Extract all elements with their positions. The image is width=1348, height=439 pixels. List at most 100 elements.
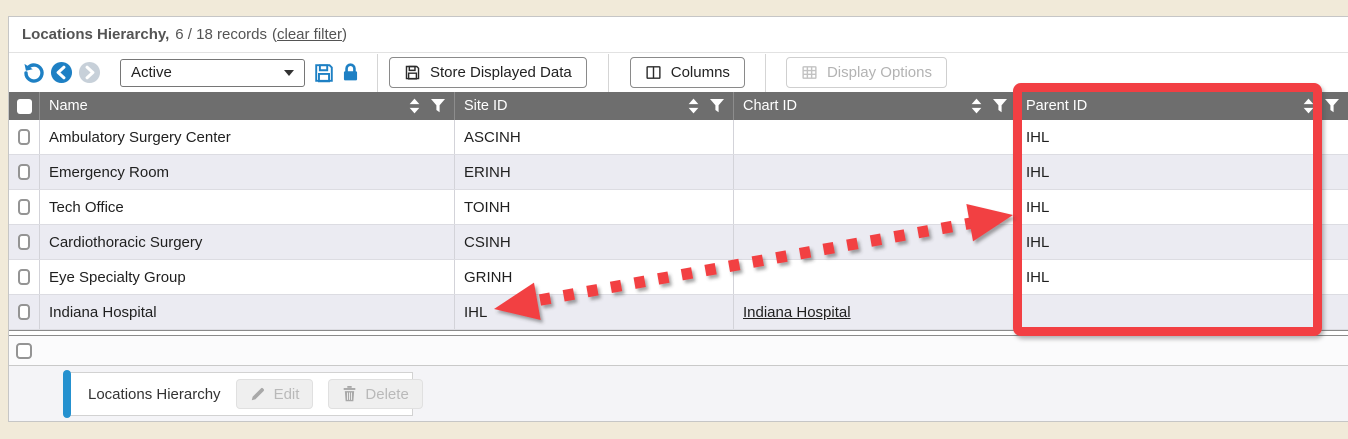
- selection-title: Locations Hierarchy: [88, 386, 221, 403]
- row-checkbox[interactable]: [18, 129, 30, 145]
- row-checkbox-cell: [9, 260, 39, 294]
- columns-label: Columns: [671, 64, 730, 81]
- store-displayed-data-button[interactable]: Store Displayed Data: [389, 57, 587, 88]
- column-label-chart-id: Chart ID: [743, 98, 960, 114]
- row-checkbox[interactable]: [18, 304, 30, 320]
- row-checkbox[interactable]: [18, 199, 30, 215]
- cell-parent-id: IHL: [1016, 260, 1348, 294]
- cell-name: Ambulatory Surgery Center: [39, 120, 454, 154]
- select-all-checkbox[interactable]: [17, 99, 32, 114]
- cell-chart-id: [733, 120, 1016, 154]
- cell-chart-id: Indiana Hospital: [733, 295, 1016, 329]
- view-filter-select[interactable]: Active: [120, 59, 305, 87]
- cell-parent-id: IHL: [1016, 155, 1348, 189]
- column-header-site-id[interactable]: Site ID: [454, 92, 733, 120]
- cell-chart-id: [733, 225, 1016, 259]
- trash-icon: [342, 386, 357, 402]
- clear-filter-link[interactable]: clear filter: [277, 26, 342, 43]
- cell-name: Cardiothoracic Surgery: [39, 225, 454, 259]
- row-checkbox-cell: [9, 155, 39, 189]
- table-row[interactable]: Cardiothoracic Surgery CSINH IHL: [9, 225, 1348, 260]
- cell-site-id: ERINH: [454, 155, 733, 189]
- display-options-button[interactable]: Display Options: [786, 57, 947, 88]
- cell-site-id: ASCINH: [454, 120, 733, 154]
- page-title: Locations Hierarchy,: [22, 26, 169, 43]
- pencil-icon: [250, 386, 266, 402]
- sort-icon[interactable]: [1302, 98, 1315, 114]
- column-label-name: Name: [49, 98, 398, 114]
- column-label-site-id: Site ID: [464, 98, 677, 114]
- toolbar-divider: [608, 54, 609, 92]
- locations-hierarchy-panel: Locations Hierarchy, 6 / 18 records ( cl…: [8, 16, 1348, 422]
- refresh-icon[interactable]: [21, 61, 45, 85]
- bottom-section: Locations Hierarchy Edit Delete: [9, 366, 1348, 421]
- cell-chart-id: [733, 260, 1016, 294]
- selection-action-box: Locations Hierarchy Edit Delete: [66, 372, 413, 416]
- records-count: 6 / 18 records: [175, 26, 267, 43]
- save-icon: [404, 64, 421, 81]
- table-row[interactable]: Indiana Hospital IHL Indiana Hospital: [9, 295, 1348, 330]
- row-checkbox[interactable]: [18, 269, 30, 285]
- table-header-row: Name Site ID Chart ID: [9, 92, 1348, 120]
- delete-button[interactable]: Delete: [328, 379, 422, 409]
- column-header-parent-id[interactable]: Parent ID: [1016, 92, 1348, 120]
- table-row[interactable]: Emergency Room ERINH IHL: [9, 155, 1348, 190]
- row-checkbox[interactable]: [18, 234, 30, 250]
- edit-button-label: Edit: [274, 386, 300, 403]
- cell-parent-id: IHL: [1016, 190, 1348, 224]
- sort-icon[interactable]: [970, 98, 983, 114]
- cell-name: Eye Specialty Group: [39, 260, 454, 294]
- cell-name: Emergency Room: [39, 155, 454, 189]
- view-filter-value: Active: [131, 64, 284, 81]
- cell-site-id: CSINH: [454, 225, 733, 259]
- cell-name: Tech Office: [39, 190, 454, 224]
- forward-button-icon[interactable]: [78, 61, 101, 84]
- column-header-chart-id[interactable]: Chart ID: [733, 92, 1016, 120]
- table-row[interactable]: Eye Specialty Group GRINH IHL: [9, 260, 1348, 295]
- edit-button[interactable]: Edit: [236, 379, 314, 409]
- chart-id-link[interactable]: Indiana Hospital: [743, 304, 851, 321]
- accent-bar: [63, 370, 71, 418]
- sort-icon[interactable]: [408, 98, 421, 114]
- cell-chart-id: [733, 190, 1016, 224]
- back-button-icon[interactable]: [50, 61, 73, 84]
- columns-icon: [645, 64, 662, 81]
- table-row[interactable]: Ambulatory Surgery Center ASCINH IHL: [9, 120, 1348, 155]
- toolbar-divider: [377, 54, 378, 92]
- toolbar: Active Store Displayed Data: [9, 53, 1348, 92]
- panel-title-bar: Locations Hierarchy, 6 / 18 records ( cl…: [9, 17, 1348, 53]
- column-label-parent-id: Parent ID: [1026, 98, 1292, 114]
- row-checkbox-cell: [9, 120, 39, 154]
- footer-checkbox[interactable]: [16, 343, 32, 359]
- cell-chart-id: [733, 155, 1016, 189]
- lock-icon[interactable]: [340, 62, 361, 83]
- filter-funnel-icon[interactable]: [993, 99, 1007, 113]
- chevron-down-icon: [284, 70, 294, 76]
- columns-button[interactable]: Columns: [630, 57, 745, 88]
- table-row[interactable]: Tech Office TOINH IHL: [9, 190, 1348, 225]
- table-grid-icon: [801, 64, 818, 81]
- save-view-icon[interactable]: [313, 62, 335, 84]
- display-options-label: Display Options: [827, 64, 932, 81]
- cell-parent-id: IHL: [1016, 120, 1348, 154]
- filter-funnel-icon[interactable]: [431, 99, 445, 113]
- row-checkbox-cell: [9, 190, 39, 224]
- select-all-checkbox-cell: [9, 92, 39, 120]
- table-footer-row: [9, 336, 1348, 366]
- cell-site-id: IHL: [454, 295, 733, 329]
- filter-funnel-icon[interactable]: [710, 99, 724, 113]
- cell-site-id: TOINH: [454, 190, 733, 224]
- row-checkbox[interactable]: [18, 164, 30, 180]
- column-header-name[interactable]: Name: [39, 92, 454, 120]
- toolbar-divider: [765, 54, 766, 92]
- cell-parent-id: [1016, 295, 1348, 329]
- paren-close: ): [342, 26, 347, 43]
- sort-icon[interactable]: [687, 98, 700, 114]
- store-displayed-data-label: Store Displayed Data: [430, 64, 572, 81]
- cell-name: Indiana Hospital: [39, 295, 454, 329]
- row-checkbox-cell: [9, 225, 39, 259]
- cell-parent-id: IHL: [1016, 225, 1348, 259]
- delete-button-label: Delete: [365, 386, 408, 403]
- filter-funnel-icon[interactable]: [1325, 99, 1339, 113]
- row-checkbox-cell: [9, 295, 39, 329]
